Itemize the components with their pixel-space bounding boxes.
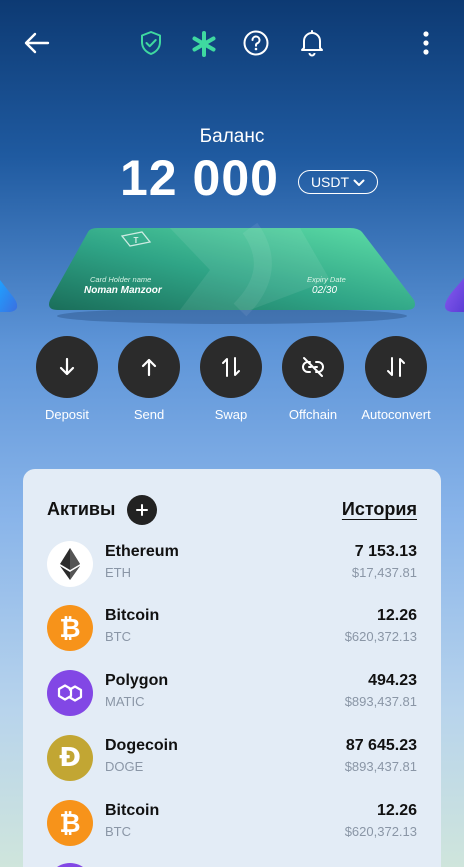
deposit-button[interactable]: Deposit	[22, 336, 112, 422]
autoconvert-icon	[365, 336, 427, 398]
asset-fiat-value: $893,437.81	[344, 694, 417, 709]
arrow-up-icon	[118, 336, 180, 398]
asset-row-bitcoin[interactable]: ₿ Bitcoin BTC 12.26 $620,372.13	[47, 603, 417, 653]
asset-name: Ethereum	[105, 543, 179, 560]
autoconvert-label: Autoconvert	[361, 407, 431, 422]
asset-amount: 494.23	[368, 672, 417, 689]
asset-name: Dogecoin	[105, 737, 178, 754]
assets-title: Активы	[47, 499, 116, 519]
bitcoin-icon: ₿	[47, 800, 93, 846]
asset-fiat-value: $893,437.81	[344, 759, 417, 774]
asset-row-polygon[interactable]: Polygon MATIC 494.23 $893,437.81	[47, 668, 417, 718]
bitcoin-icon: ₿	[47, 605, 93, 651]
autoconvert-button[interactable]: Autoconvert	[351, 336, 441, 422]
card-holder-label: Card Holder name	[90, 275, 151, 284]
assets-panel: Активы История Ethereum ETH 7 153.13 $17…	[23, 469, 441, 867]
swap-button[interactable]: Swap	[186, 336, 276, 422]
currency-label: USDT	[310, 174, 350, 190]
chevron-down-icon	[353, 174, 365, 190]
asset-amount: 12.26	[376, 607, 417, 624]
next-card[interactable]	[445, 278, 464, 312]
prev-card[interactable]	[0, 280, 18, 312]
svg-text:T: T	[134, 236, 139, 245]
asterisk-icon[interactable]	[189, 29, 219, 59]
history-link[interactable]: История	[342, 499, 417, 520]
send-label: Send	[133, 407, 165, 422]
asset-fiat-value: $620,372.13	[344, 824, 417, 839]
swap-label: Swap	[214, 407, 248, 422]
asset-symbol: ETH	[105, 565, 131, 580]
asset-name: Bitcoin	[105, 607, 160, 624]
deposit-label: Deposit	[44, 407, 90, 422]
add-asset-button[interactable]	[127, 495, 157, 525]
asset-row-ethereum[interactable]: Ethereum ETH 7 153.13 $17,437.81	[47, 539, 417, 589]
card-expiry: 02/30	[312, 285, 337, 296]
asset-name: Polygon	[105, 672, 169, 689]
ethereum-icon	[47, 541, 93, 587]
balance-label: Баланс	[199, 126, 265, 147]
asset-fiat-value: $620,372.13	[344, 629, 417, 644]
assets-header: Активы История	[47, 495, 417, 525]
bell-icon[interactable]	[298, 29, 326, 57]
asset-symbol: BTC	[105, 824, 131, 839]
balance-row: 12 000 USDT	[0, 150, 464, 210]
plus-icon	[136, 504, 148, 516]
polygon-icon	[47, 670, 93, 716]
asset-fiat-value: $17,437.81	[351, 565, 417, 580]
asset-symbol: MATIC	[105, 694, 145, 709]
shield-check-icon[interactable]	[137, 28, 165, 58]
asset-name: Bitcoin	[105, 802, 160, 819]
top-bar	[0, 0, 464, 88]
balance-amount: 12 000	[120, 150, 279, 206]
asset-row-dogecoin[interactable]: Đ Dogecoin DOGE 87 645.23 $893,437.81	[47, 733, 417, 783]
swap-icon	[200, 336, 262, 398]
card-carousel-graphic: T Card Holder name Noman Manzoor Expiry …	[0, 222, 464, 324]
offchain-button[interactable]: Offchain	[268, 336, 358, 422]
help-icon[interactable]	[242, 29, 270, 57]
asset-amount: 12.26	[376, 802, 417, 819]
link-off-icon	[282, 336, 344, 398]
asset-symbol: DOGE	[105, 759, 144, 774]
dogecoin-icon: Đ	[47, 735, 93, 781]
offchain-label: Offchain	[288, 407, 338, 422]
card-carousel[interactable]: T Card Holder name Noman Manzoor Expiry …	[0, 220, 464, 330]
asset-amount: 87 645.23	[345, 737, 417, 754]
back-arrow-icon[interactable]	[22, 28, 52, 58]
asset-symbol: BTC	[105, 629, 131, 644]
card-holder-name: Noman Manzoor	[84, 285, 163, 296]
asset-row-bitcoin[interactable]: ₿ Bitcoin BTC 12.26 $620,372.13	[47, 798, 417, 848]
more-vertical-icon[interactable]	[416, 29, 436, 57]
arrow-down-icon	[36, 336, 98, 398]
card-expiry-label: Expiry Date	[307, 275, 346, 284]
send-button[interactable]: Send	[104, 336, 194, 422]
currency-selector[interactable]: USDT	[298, 170, 378, 194]
quick-actions: Deposit Send Swap Offchain Autoconvert	[0, 336, 464, 426]
asset-logo-partial	[47, 863, 93, 867]
asset-amount: 7 153.13	[354, 543, 417, 560]
